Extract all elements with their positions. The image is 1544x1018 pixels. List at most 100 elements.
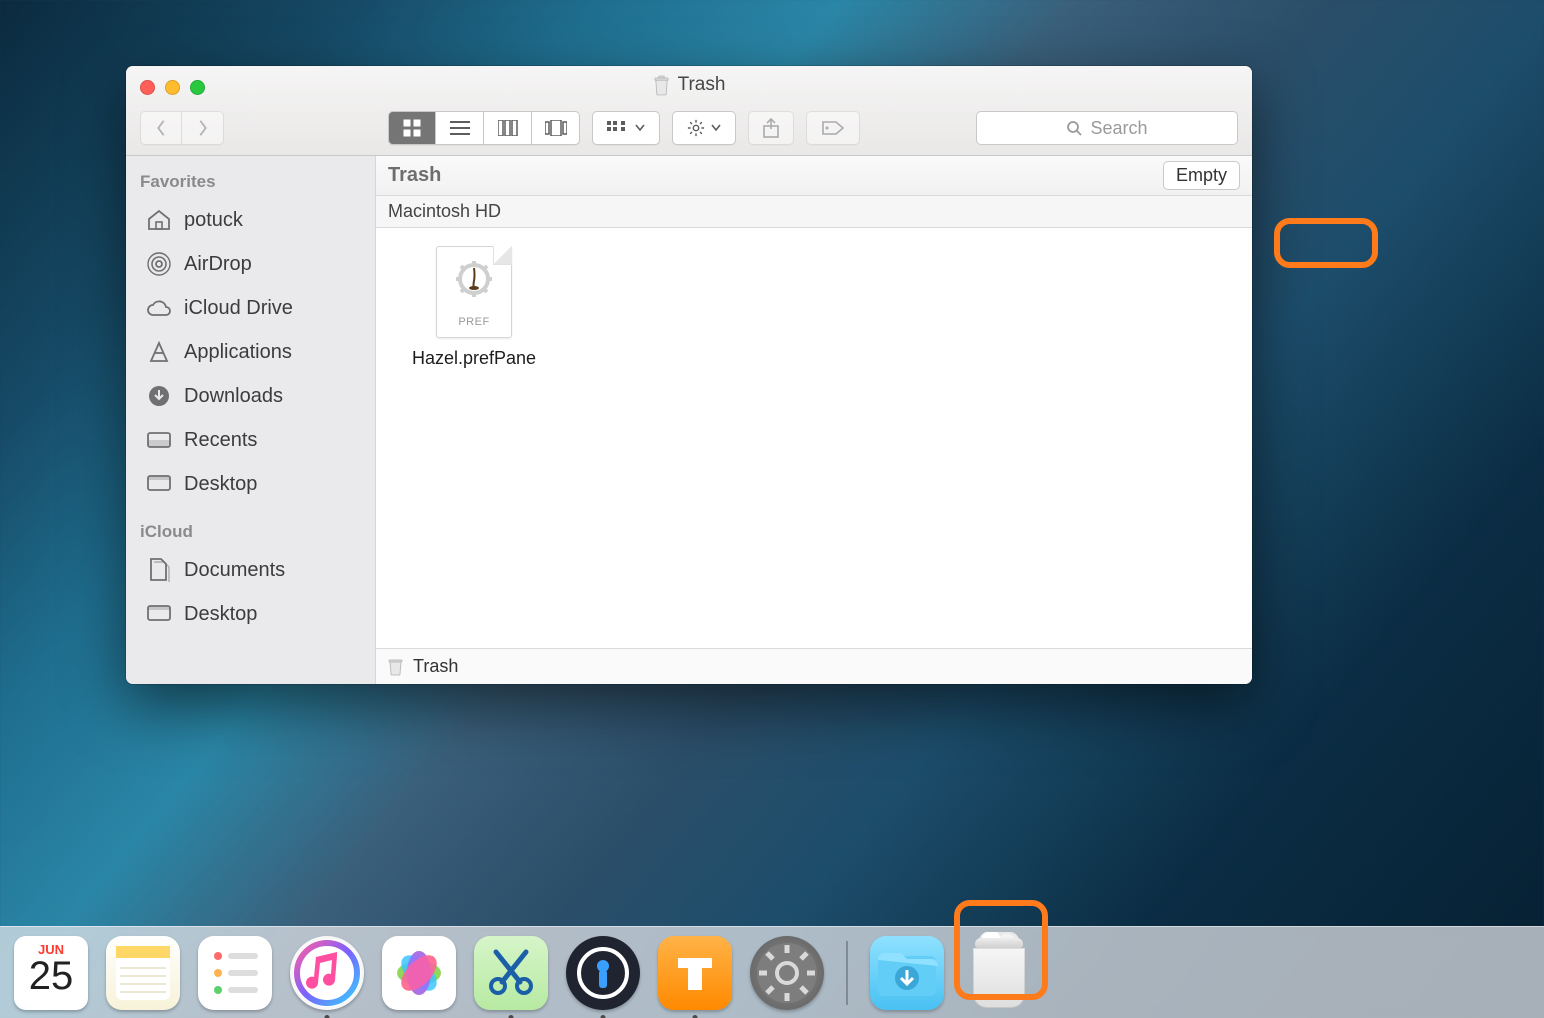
sidebar-item-label: Documents: [184, 559, 285, 582]
dock-calendar[interactable]: JUN 25: [14, 936, 88, 1010]
titlebar: Trash: [126, 66, 1252, 156]
sidebar-item-label: AirDrop: [184, 253, 252, 276]
dock-itunes[interactable]: [290, 936, 364, 1010]
sidebar-item-label: potuck: [184, 209, 243, 232]
gear-icon: [687, 119, 705, 137]
trash-icon: [969, 938, 1029, 1008]
dock-notes[interactable]: [106, 936, 180, 1010]
file-item[interactable]: PREF Hazel.prefPane: [394, 246, 554, 369]
downloads-icon: [146, 385, 172, 407]
dock-system-preferences[interactable]: [750, 936, 824, 1010]
window-title-text: Trash: [678, 74, 726, 96]
sidebar-item-label: Applications: [184, 341, 292, 364]
back-button[interactable]: [140, 111, 182, 145]
nav-buttons: [140, 111, 224, 145]
sidebar-item-airdrop[interactable]: AirDrop: [126, 242, 375, 286]
sidebar-item-recents[interactable]: Recents: [126, 418, 375, 462]
finder-window: Trash: [126, 66, 1252, 684]
home-icon: [146, 209, 172, 231]
location-title: Trash: [388, 164, 441, 187]
sidebar-item-desktop-icloud[interactable]: Desktop: [126, 592, 375, 636]
prefpane-file-icon: PREF: [436, 246, 512, 338]
share-button[interactable]: [748, 111, 794, 145]
share-icon: [763, 118, 779, 138]
sidebar-item-desktop[interactable]: Desktop: [126, 462, 375, 506]
scissors-icon: [474, 936, 548, 1010]
cloud-icon: [146, 299, 172, 317]
group-header: Macintosh HD: [376, 196, 1252, 228]
sidebar-item-documents[interactable]: Documents: [126, 548, 375, 592]
sidebar-item-applications[interactable]: Applications: [126, 330, 375, 374]
dock-reminders[interactable]: [198, 936, 272, 1010]
dock-trash[interactable]: [962, 936, 1036, 1010]
search-field[interactable]: Search: [976, 111, 1238, 145]
trash-icon: [653, 75, 670, 96]
sidebar-item-home[interactable]: potuck: [126, 198, 375, 242]
search-placeholder: Search: [1090, 118, 1147, 139]
keyhole-icon: [566, 936, 640, 1010]
window-title: Trash: [126, 74, 1252, 96]
gear-icon: [750, 936, 824, 1010]
sidebar-item-icloud-drive[interactable]: iCloud Drive: [126, 286, 375, 330]
main-content: Trash Empty Macintosh HD PREF Haz: [376, 156, 1252, 684]
photos-icon: [382, 936, 456, 1010]
sidebar-item-downloads[interactable]: Downloads: [126, 374, 375, 418]
dock-photos[interactable]: [382, 936, 456, 1010]
sidebar-section-favorites: Favorites: [126, 166, 375, 198]
desktop-icon: [146, 475, 172, 493]
path-crumb: Trash: [413, 656, 458, 677]
running-indicator: [601, 1015, 606, 1018]
sidebar-item-label: Desktop: [184, 603, 257, 626]
icon-view-button[interactable]: [388, 111, 436, 145]
grid-icon: [403, 119, 421, 137]
column-view-button[interactable]: [484, 111, 532, 145]
letter-t-icon: [658, 936, 732, 1010]
sidebar-section-icloud: iCloud: [126, 516, 375, 548]
empty-trash-button[interactable]: Empty: [1163, 161, 1240, 190]
running-indicator: [693, 1015, 698, 1018]
notes-icon: [106, 936, 180, 1010]
dock-separator: [846, 941, 848, 1005]
itunes-icon: [290, 936, 364, 1010]
applications-icon: [146, 341, 172, 363]
search-icon: [1066, 120, 1082, 136]
recents-icon: [146, 430, 172, 450]
file-grid[interactable]: PREF Hazel.prefPane: [376, 228, 1252, 648]
running-indicator: [325, 1015, 330, 1018]
dock-1password[interactable]: [566, 936, 640, 1010]
sidebar-item-label: Downloads: [184, 385, 283, 408]
file-name: Hazel.prefPane: [394, 348, 554, 369]
chevron-down-icon: [711, 124, 721, 132]
dock-downloads-stack[interactable]: [870, 936, 944, 1010]
path-bar[interactable]: Trash: [376, 648, 1252, 684]
list-icon: [450, 120, 470, 136]
gallery-view-button[interactable]: [532, 111, 580, 145]
sidebar-item-label: Desktop: [184, 473, 257, 496]
calendar-day: 25: [14, 954, 88, 999]
dock-app-green[interactable]: [474, 936, 548, 1010]
airdrop-icon: [146, 252, 172, 276]
documents-icon: [146, 558, 172, 582]
sidebar: Favorites potuck AirDrop iCloud Drive Ap…: [126, 156, 376, 684]
tag-icon: [821, 120, 845, 136]
trash-icon: [388, 658, 403, 676]
location-bar: Trash Empty: [376, 156, 1252, 196]
group-icon: [607, 121, 629, 135]
reminders-icon: [198, 936, 272, 1010]
desktop-icon: [146, 605, 172, 623]
group-by-button[interactable]: [592, 111, 660, 145]
sidebar-item-label: iCloud Drive: [184, 297, 293, 320]
sidebar-item-label: Recents: [184, 429, 257, 452]
tags-button[interactable]: [806, 111, 860, 145]
action-menu-button[interactable]: [672, 111, 736, 145]
list-view-button[interactable]: [436, 111, 484, 145]
chevron-left-icon: [155, 119, 167, 137]
running-indicator: [509, 1015, 514, 1018]
forward-button[interactable]: [182, 111, 224, 145]
columns-icon: [498, 120, 518, 136]
gallery-icon: [545, 120, 567, 136]
dock-area: JUN 25: [0, 912, 1544, 1018]
dock-app-orange[interactable]: [658, 936, 732, 1010]
chevron-right-icon: [197, 119, 209, 137]
chevron-down-icon: [635, 124, 645, 132]
